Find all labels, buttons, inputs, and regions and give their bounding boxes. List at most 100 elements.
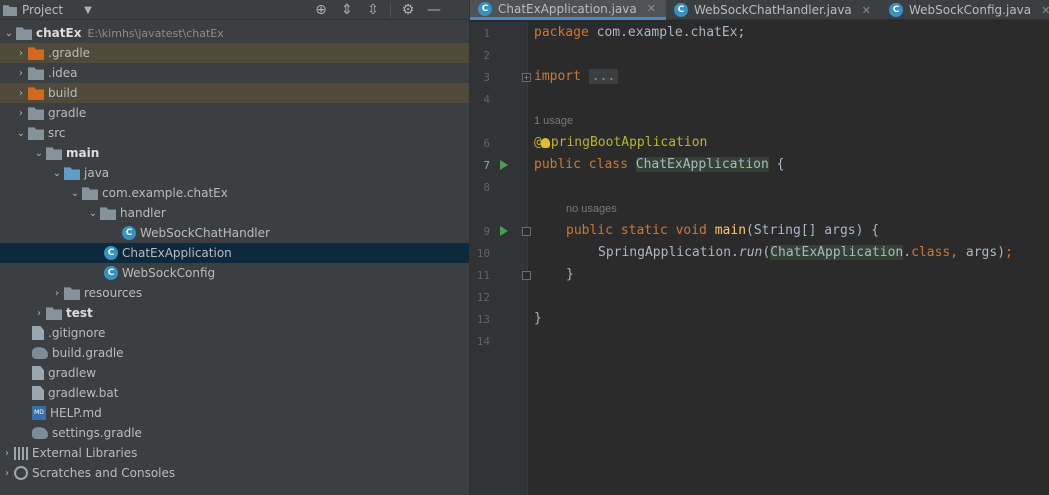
code-line-1: package com.example.chatEx; [534,22,745,44]
chevron-down-icon[interactable]: ▼ [84,5,92,16]
no-usages-hint[interactable]: no usages [566,203,617,215]
close-icon[interactable]: ✕ [647,2,656,15]
line-number: 8 [483,181,490,194]
chevron-down-icon[interactable]: ⌄ [86,208,100,219]
java-class-icon: C [673,3,688,17]
gitignore-file-icon [32,326,44,340]
tab-chatexapplication[interactable]: C ChatExApplication.java ✕ [470,0,666,20]
fold-icon[interactable] [522,271,531,280]
folder-icon [28,127,44,140]
source-root-folder-icon [46,147,62,160]
tree-item-gitignore[interactable]: .gitignore [0,323,469,343]
tree-item-label: WebSockChatHandler [140,226,270,240]
chevron-right-icon[interactable]: › [0,448,14,459]
keyword: public static void [566,223,707,238]
code-text: ; [1005,245,1013,260]
fold-icon[interactable]: + [522,73,531,82]
chevron-down-icon[interactable]: ⌄ [68,188,82,199]
fold-icon[interactable] [522,227,531,236]
tree-item-resources[interactable]: › resources [0,283,469,303]
crosshair-icon[interactable]: ⊕ [312,2,330,18]
minimize-icon[interactable]: — [425,2,443,18]
line-number: 4 [483,93,490,106]
tree-item-label: .gradle [48,46,91,60]
tab-label: ChatExApplication.java [498,1,637,16]
chevron-right-icon[interactable]: › [14,48,28,59]
collapse-all-icon[interactable]: ⇳ [364,2,382,18]
code-text: } [566,267,574,282]
tree-item-label: main [66,146,100,160]
chevron-down-icon[interactable]: ⌄ [14,128,28,139]
tree-item-external-libraries[interactable]: › External Libraries [0,443,469,463]
project-view-selector[interactable]: Project ▼ [3,1,92,19]
lightbulb-icon[interactable] [540,137,550,148]
tree-item-label: com.example.chatEx [102,186,228,200]
chevron-right-icon[interactable]: › [14,88,28,99]
tree-item-label: src [48,126,66,140]
tree-item-java[interactable]: ⌄ java [0,163,469,183]
tree-item-handler[interactable]: ⌄ handler [0,203,469,223]
tree-item-gradlew[interactable]: gradlew [0,363,469,383]
tree-item-build-gradle[interactable]: build.gradle [0,343,469,363]
tab-websockchathandler[interactable]: C WebSockChatHandler.java ✕ [666,0,881,20]
tree-item-gradle[interactable]: › gradle [0,103,469,123]
markdown-file-icon: MD [32,406,46,420]
tree-item-websockconfig[interactable]: C WebSockConfig [0,263,469,283]
keyword: import [534,69,581,84]
line-number: 9 [483,225,490,238]
line-number: 1 [483,27,490,40]
tree-item-websockchathandler[interactable]: C WebSockChatHandler [0,223,469,243]
code-text: , [950,245,959,260]
run-icon[interactable] [500,160,508,170]
gear-icon[interactable]: ⚙ [399,2,417,18]
excluded-folder-icon [28,47,44,60]
keyword: class [911,245,951,260]
tree-item-test[interactable]: › test [0,303,469,323]
chevron-down-icon[interactable]: ⌄ [50,168,64,179]
close-icon[interactable]: ✕ [862,4,871,17]
line-number: 10 [476,247,490,260]
code-line-6: @ pringBootApplication [534,132,707,154]
tree-item-idea[interactable]: › .idea [0,63,469,83]
tree-item-main[interactable]: ⌄ main [0,143,469,163]
tab-websockconfig[interactable]: C WebSockConfig.java ✕ [881,0,1049,20]
usage-hint[interactable]: 1 usage [534,115,573,127]
chevron-down-icon[interactable]: ⌄ [32,148,46,159]
java-class-icon: C [104,266,118,280]
scratches-icon [14,466,28,480]
method-name: main [714,223,747,238]
chevron-right-icon[interactable]: › [0,468,14,479]
chevron-down-icon[interactable]: ⌄ [2,28,16,39]
code-text: (String[] args) { [746,223,880,238]
code-line-3: import ... [534,66,619,88]
tree-item-help-md[interactable]: MD HELP.md [0,403,469,423]
tree-item-label: .gitignore [48,326,106,340]
chevron-right-icon[interactable]: › [14,68,28,79]
tree-item-gradle-cache[interactable]: › .gradle [0,43,469,63]
close-icon[interactable]: ✕ [1041,4,1049,17]
code-line-7: public class ChatExApplication { [534,154,784,176]
tree-item-gradlew-bat[interactable]: gradlew.bat [0,383,469,403]
chevron-right-icon[interactable]: › [32,308,46,319]
tree-item-chatexapplication[interactable]: C ChatExApplication [0,243,469,263]
keyword: package [534,25,589,40]
line-number: 11 [476,269,490,282]
tree-root[interactable]: ⌄ chatEx E:\kimhs\javatest\chatEx [0,23,469,43]
project-icon [3,5,17,16]
chevron-right-icon[interactable]: › [14,108,28,119]
chevron-right-icon[interactable]: › [50,288,64,299]
tree-item-package[interactable]: ⌄ com.example.chatEx [0,183,469,203]
code-editor[interactable]: C ChatExApplication.java ✕ C WebSockChat… [470,0,1049,495]
line-number: 7 [483,159,490,172]
run-icon[interactable] [500,226,508,236]
tree-item-scratches[interactable]: › Scratches and Consoles [0,463,469,483]
folder-icon [28,67,44,80]
tab-label: WebSockConfig.java [909,3,1032,17]
tree-item-settings-gradle[interactable]: settings.gradle [0,423,469,443]
tree-item-label: gradlew.bat [48,386,119,400]
tree-item-src[interactable]: ⌄ src [0,123,469,143]
line-number: 2 [483,49,490,62]
tree-item-build[interactable]: › build [0,83,469,103]
folded-imports[interactable]: ... [588,69,619,84]
expand-all-icon[interactable]: ⇕ [338,2,356,18]
